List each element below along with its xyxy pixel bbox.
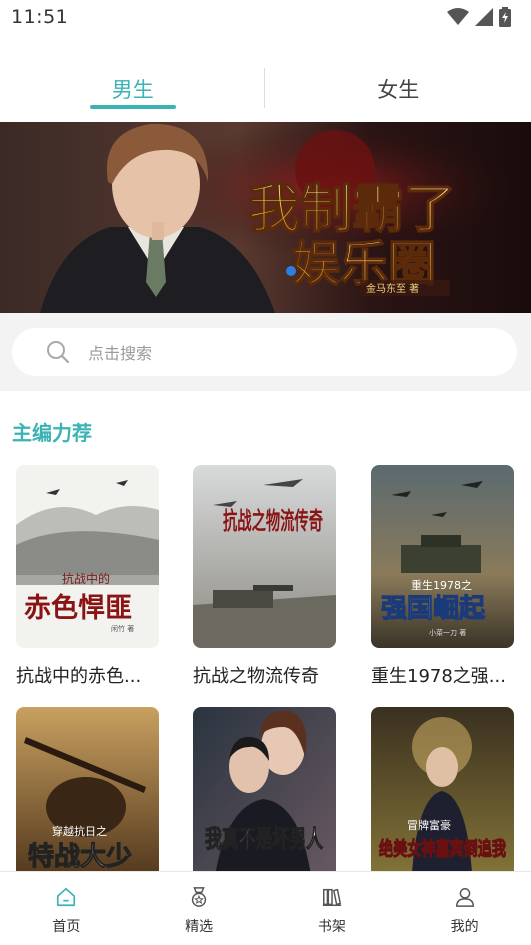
book-cover: 冒牌富豪 绝美女神嘉宾倒追我 [371,707,514,890]
book-title: 抗战中的赤色... [16,666,142,687]
banner-indicator-dot[interactable] [286,266,296,276]
banner-title-line1: 我制霸了 [248,179,456,240]
cover-small-text: 抗战中的 [62,571,110,586]
book-card[interactable]: 抗战中的 赤色悍匪 闲竹 著 抗战中的赤色... [16,465,159,688]
banner-image: 我制霸了 娱乐圈 金马东至 著 [0,122,531,313]
signal-icon [475,8,493,26]
book-cover: 穿越抗日之 特战大少 [16,707,159,890]
home-icon [57,887,76,907]
banner-author: 金马东至 著 [366,282,419,295]
cover-big-text: 赤色悍匪 [24,592,132,624]
tab-female[interactable]: 女生 [266,60,531,118]
book-cover: 重生1978之 强国崛起 小菜一刀 著 [371,465,514,648]
cover-author: 小菜一刀 著 [429,628,466,637]
cover-small-text: 重生1978之 [411,578,472,592]
cover-big-text: 绝美女神嘉宾倒追我 [379,837,506,860]
nav-bookshelf[interactable]: 书架 [266,872,399,945]
bottom-nav: 首页 精选 书架 我的 [0,871,531,945]
section-title: 主编力荐 [12,421,92,445]
gender-tabs: 男生 女生 [0,60,531,118]
battery-icon [499,7,511,27]
cover-author: 闲竹 著 [111,624,134,633]
tab-male-label: 男生 [111,78,154,102]
search-input[interactable]: 点击搜索 [12,328,517,376]
cover-big-text: 我真不是坏男人 [205,824,323,853]
nav-profile[interactable]: 我的 [398,872,531,945]
status-time: 11:51 [11,6,69,28]
bookshelf-icon [322,888,342,906]
nav-bookshelf-label: 书架 [317,919,346,935]
search-area: 点击搜索 [0,313,531,391]
book-cover: 抗战中的 赤色悍匪 闲竹 著 [16,465,159,648]
cover-small-text: 冒牌富豪 [407,818,451,832]
search-placeholder: 点击搜索 [88,344,153,363]
nav-home[interactable]: 首页 [0,872,133,945]
search-icon [47,341,70,364]
tab-female-label: 女生 [377,78,420,102]
book-title: 抗战之物流传奇 [193,666,319,687]
cover-big-text: 特战大少 [28,841,132,872]
tab-active-indicator [89,105,176,109]
status-icons [447,7,511,27]
tab-divider [264,68,265,108]
book-title: 重生1978之强... [371,666,506,687]
tab-male[interactable]: 男生 [0,60,266,118]
book-cover: 我真不是坏男人 [193,707,336,890]
cover-big-text: 强国崛起 [381,594,486,624]
nav-profile-label: 我的 [450,919,479,935]
nav-home-label: 首页 [52,919,81,935]
book-card[interactable]: 抗战之物流传奇 抗战之物流传奇 [193,465,336,688]
cover-big-text: 抗战之物流传奇 [223,506,323,535]
book-card[interactable]: 我真不是坏男人 [193,707,336,890]
user-icon [455,888,474,907]
promo-banner[interactable]: 我制霸了 娱乐圈 金马东至 著 [0,122,531,313]
book-card[interactable]: 穿越抗日之 特战大少 [16,707,159,890]
status-bar: 11:51 [0,0,531,34]
wifi-icon [447,8,469,25]
cover-small-text: 穿越抗日之 [52,824,107,838]
book-card[interactable]: 重生1978之 强国崛起 小菜一刀 著 重生1978之强... [371,465,514,688]
book-cover: 抗战之物流传奇 [193,465,336,648]
book-card[interactable]: 冒牌富豪 绝美女神嘉宾倒追我 [371,707,514,890]
medal-icon [191,887,207,907]
nav-featured[interactable]: 精选 [133,872,266,945]
nav-featured-label: 精选 [185,919,214,935]
